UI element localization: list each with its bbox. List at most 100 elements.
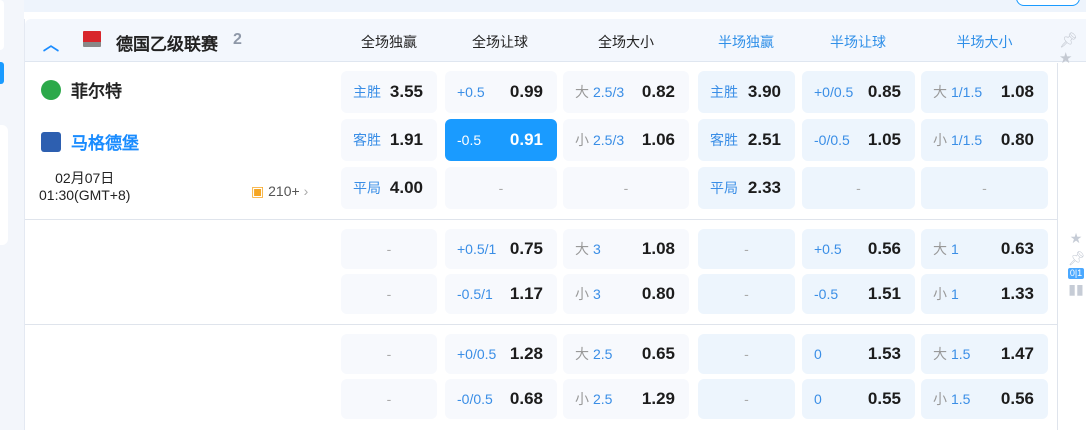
odds-value: 1.53 — [867, 344, 901, 363]
line-value: 0 — [814, 391, 822, 407]
line-value: 1 — [951, 286, 959, 302]
empty-odds: - — [386, 346, 392, 362]
bundesliga2-logo-icon — [83, 31, 101, 47]
divider — [25, 324, 1057, 325]
odds-value: 1.17 — [509, 284, 543, 303]
column-header: 半场大小 — [956, 34, 1013, 50]
over-under-prefix: 大 — [575, 241, 589, 257]
odds-cell[interactable]: +0/0.5 1.28 — [445, 334, 557, 374]
match-count: 2 — [233, 31, 242, 48]
odds-cell[interactable]: 0 1.53 — [802, 334, 915, 374]
odds-value: 1.51 — [867, 284, 901, 303]
column-header: 半场独赢 — [718, 34, 774, 50]
more-markets-link[interactable]: ▣ 210+ › — [251, 183, 308, 200]
odds-cell[interactable]: -0.5/1 1.17 — [445, 274, 557, 314]
empty-odds: - — [744, 286, 749, 302]
odds-cell[interactable]: -0/0.5 1.05 — [802, 119, 915, 161]
over-under-prefix: 小 — [575, 132, 589, 148]
sidebar-active-indicator — [0, 62, 4, 84]
odds-cell[interactable]: 主胜 3.55 — [341, 71, 437, 113]
odds-line: 大 1/1.5 — [933, 82, 982, 102]
odds-cell[interactable]: 大 2.5 0.65 — [563, 334, 689, 374]
odds-cell[interactable]: 主胜 3.90 — [698, 71, 795, 113]
score-icon[interactable]: 0|1 — [1068, 268, 1084, 279]
odds-cell[interactable]: +0.5 0.56 — [802, 229, 915, 269]
line-value: -0/0.5 — [457, 391, 493, 407]
odds-value: 0.55 — [867, 389, 901, 408]
odds-cell[interactable]: 小 1 1.33 — [921, 274, 1048, 314]
pin-icon[interactable]: 📌︎ — [1068, 248, 1086, 268]
odds-line: 大 1.5 — [933, 344, 970, 364]
star-icon[interactable]: ★ — [1068, 228, 1084, 248]
top-button[interactable] — [1016, 0, 1080, 6]
odds-cell[interactable]: 客胜 2.51 — [698, 119, 795, 161]
odds-cell[interactable]: -0/0.5 0.68 — [445, 379, 557, 419]
line-value: 主胜 — [353, 84, 381, 100]
sidebar-tab[interactable] — [0, 125, 8, 245]
away-team-name: 马格德堡 — [71, 134, 139, 153]
over-under-prefix: 小 — [933, 132, 947, 148]
odds-cell[interactable]: 大 2.5/3 0.82 — [563, 71, 689, 113]
odds-cell[interactable]: 小 2.5/3 1.06 — [563, 119, 689, 161]
line-value: 2.5 — [593, 391, 613, 407]
empty-odds: - — [982, 180, 987, 196]
odds-cell[interactable]: 平局 4.00 — [341, 167, 437, 209]
away-team[interactable]: 马格德堡 — [41, 129, 139, 154]
odds-cell[interactable]: 大 1/1.5 1.08 — [921, 71, 1048, 113]
odds-cell[interactable]: 大 3 1.08 — [563, 229, 689, 269]
odds-value: 0.85 — [867, 82, 901, 101]
odds-value: 1.08 — [641, 239, 675, 258]
line-value: 客胜 — [710, 132, 738, 148]
odds-line: 大3 — [575, 239, 601, 259]
odds-line: 小 1/1.5 — [933, 130, 982, 150]
odds-line: 0 — [814, 346, 822, 362]
column-header: 全场大小 — [598, 34, 654, 50]
line-value: +0/0.5 — [814, 84, 854, 100]
odds-cell[interactable]: +0.5/1 0.75 — [445, 229, 557, 269]
line-value: 客胜 — [353, 132, 381, 148]
empty-odds: - — [623, 180, 629, 196]
league-header[interactable]: ︿ 德国乙级联赛 2 全场独赢 全场让球 全场大小 半场独赢 半场让球 半场大小… — [25, 19, 1086, 67]
odds-cell[interactable]: 小 2.5 1.29 — [563, 379, 689, 419]
empty-odds: - — [856, 180, 861, 196]
line-value: 2.5 — [593, 346, 613, 362]
odds-cell[interactable]: 平局 2.33 — [698, 167, 795, 209]
home-team[interactable]: 菲尔特 — [41, 77, 122, 102]
odds-value: 1.29 — [641, 389, 675, 408]
left-sidebar — [0, 0, 24, 430]
stats-icon[interactable]: ▮▮ — [1068, 279, 1084, 299]
odds-value: 0.80 — [641, 284, 675, 303]
odds-cell[interactable]: -0.5 0.91 — [445, 119, 557, 161]
odds-line: +0/0.5 — [814, 84, 853, 100]
odds-cell[interactable]: 0 0.55 — [802, 379, 915, 419]
line-value: -0.5 — [814, 286, 839, 302]
odds-value: 0.63 — [1000, 239, 1034, 258]
over-under-prefix: 大 — [575, 84, 589, 100]
odds-cell: - — [341, 334, 437, 374]
empty-odds: - — [386, 286, 392, 302]
pin-icon[interactable]: 📌︎★ — [1059, 31, 1086, 67]
odds-value: 4.00 — [389, 178, 423, 197]
odds-value: 0.56 — [867, 239, 901, 258]
match-actions: ★ 📌︎ 0|1 ▮▮ — [1068, 228, 1086, 299]
odds-cell[interactable]: +0.5 0.99 — [445, 71, 557, 113]
over-under-prefix: 大 — [933, 346, 947, 362]
odds-cell[interactable]: -0.5 1.51 — [802, 274, 915, 314]
chevron-up-icon[interactable]: ︿ — [43, 31, 59, 55]
odds-cell[interactable]: 大 1.5 1.47 — [921, 334, 1048, 374]
odds-cell[interactable]: 小 3 0.80 — [563, 274, 689, 314]
empty-odds: - — [744, 391, 749, 407]
odds-value: 1.33 — [1000, 284, 1034, 303]
sidebar-tab[interactable] — [0, 0, 4, 50]
chevron-right-icon: › — [303, 183, 309, 199]
odds-value: 0.82 — [641, 82, 675, 101]
odds-cell[interactable]: 小 1/1.5 0.80 — [921, 119, 1048, 161]
column-header: 半场让球 — [830, 34, 886, 50]
odds-cell[interactable]: 客胜 1.91 — [341, 119, 437, 161]
odds-cell[interactable]: 大 1 0.63 — [921, 229, 1048, 269]
odds-line: 大1 — [933, 239, 959, 259]
odds-cell[interactable]: +0/0.5 0.85 — [802, 71, 915, 113]
line-value: 平局 — [353, 180, 381, 196]
odds-cell[interactable]: 小 1.5 0.56 — [921, 379, 1048, 419]
odds-line: 大 2.5/3 — [575, 82, 624, 102]
